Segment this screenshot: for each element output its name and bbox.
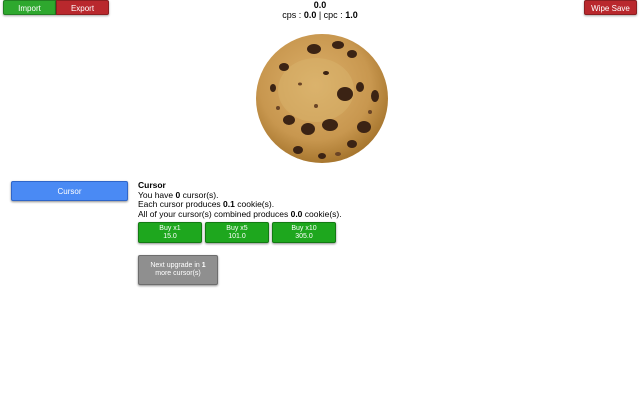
combined-line: All of your cursor(s) combined produces … <box>138 208 342 220</box>
cpc-label: cpc : <box>323 10 346 20</box>
buy-x5-price: 101.0 <box>228 233 246 240</box>
cpc-value: 1.0 <box>345 10 358 20</box>
big-cookie[interactable] <box>254 32 390 165</box>
buy-x10-price: 305.0 <box>295 233 313 240</box>
each-value: 0.1 <box>223 199 235 210</box>
owned-suffix: cursor(s). <box>180 189 219 200</box>
upgrade-prefix: Next upgrade in <box>150 262 202 269</box>
buy-x10-label: Buy x10 <box>291 225 317 232</box>
building-info: Cursor You have 0 cursor(s). Each cursor… <box>138 180 342 220</box>
buy-x10-button[interactable]: Buy x10 305.0 <box>272 222 336 243</box>
cookie-count: 0.0 <box>313 0 327 10</box>
stats-separator: | <box>316 10 324 20</box>
buy-x5-label: Buy x5 <box>226 225 248 232</box>
combined-suffix: cookie(s). <box>302 208 342 219</box>
buy-x1-price: 15.0 <box>163 233 177 240</box>
stats-panel: 0.0 cps : 0.0 | cpc : 1.0 <box>0 0 640 20</box>
each-suffix: cookie(s). <box>234 199 275 210</box>
cps-label: cps : <box>282 10 304 20</box>
upgrade-count: 1 <box>201 262 206 269</box>
cps-value: 0.0 <box>303 10 317 20</box>
buy-x1-button[interactable]: Buy x1 15.0 <box>138 222 202 243</box>
upgrade-suffix: more cursor(s) <box>155 270 201 277</box>
rate-line: cps : 0.0 | cpc : 1.0 <box>0 10 640 20</box>
cookie-icon <box>256 34 388 163</box>
combined-value: 0.0 <box>290 208 303 219</box>
buy-x1-label: Buy x1 <box>159 225 181 232</box>
combined-prefix: All of your cursor(s) combined produces <box>138 208 291 219</box>
buy-x5-button[interactable]: Buy x5 101.0 <box>205 222 269 243</box>
owned-prefix: You have <box>138 189 176 200</box>
next-upgrade-button[interactable]: Next upgrade in 1 more cursor(s) <box>138 255 218 285</box>
each-prefix: Each cursor produces <box>138 199 224 210</box>
building-tab-cursor[interactable]: Cursor <box>11 181 128 201</box>
upgrade-line-1: Next upgrade in 1 <box>139 262 217 270</box>
